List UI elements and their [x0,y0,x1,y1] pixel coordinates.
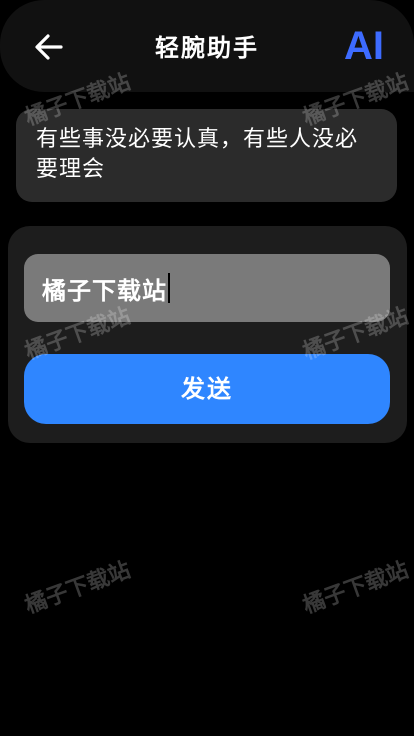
message-bubble: 有些事没必要认真，有些人没必要理会 [16,109,397,202]
text-caret [168,273,170,303]
input-panel: 橘子下载站 发送 [8,226,407,443]
message-input[interactable]: 橘子下载站 [24,254,390,322]
header-bar: 轻腕助手 AI [0,0,414,92]
app-screen: 轻腕助手 AI 有些事没必要认真，有些人没必要理会 橘子下载站 发送 橘子下载站… [0,0,414,736]
message-text: 有些事没必要认真，有些人没必要理会 [36,127,359,182]
watermark: 橘子下载站 [299,557,412,619]
ai-button[interactable]: AI [344,20,384,72]
message-input-value: 橘子下载站 [42,276,167,305]
send-button[interactable]: 发送 [24,354,390,424]
watermark: 橘子下载站 [21,557,134,619]
